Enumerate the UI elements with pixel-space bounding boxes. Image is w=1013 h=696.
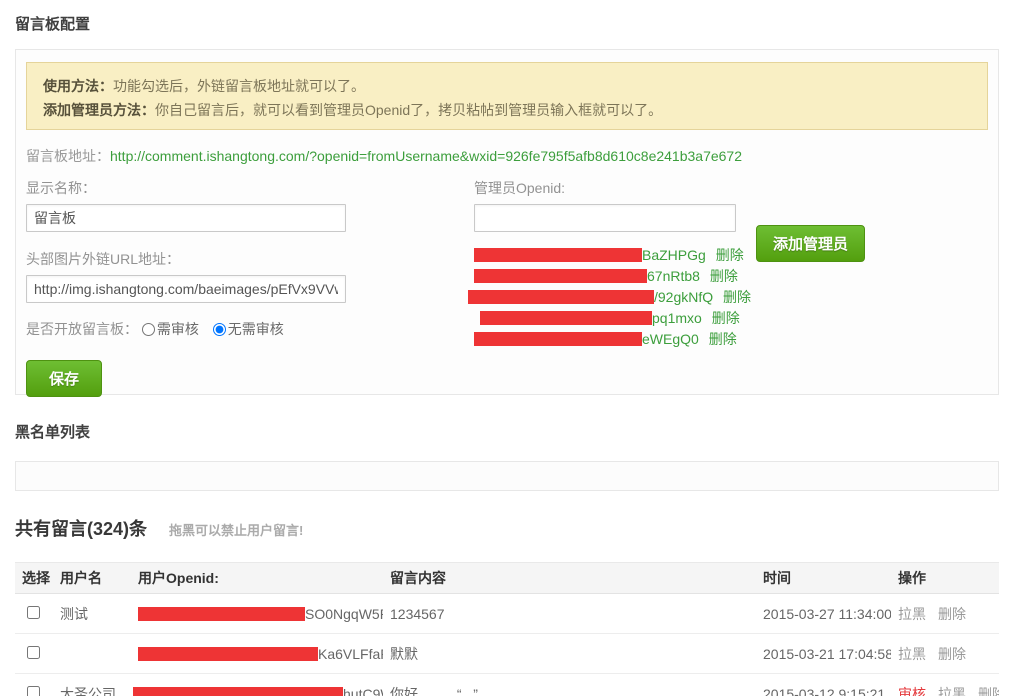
admin-delete-link[interactable]: 删除 (716, 247, 744, 263)
cell-openid: hutC9WxM (131, 674, 383, 696)
delete-link[interactable]: 删除 (978, 686, 999, 696)
table-row: Ka6VLFfaRK4 默默 2015-03-21 17:04:58 拉黑删除 (15, 634, 999, 674)
admin-row: eWEgQ0 删除 (474, 329, 894, 350)
messages-table: 选择 用户名 用户Openid: 留言内容 时间 操作 测试 SO0NgqW5P… (15, 562, 999, 696)
page-title: 留言板配置 (15, 13, 998, 34)
redaction-bar (133, 687, 343, 696)
board-address-line: 留言板地址：http://comment.ishangtong.com/?ope… (26, 146, 742, 166)
alert-usage-label: 使用方法： (43, 78, 113, 94)
cell-content: 默默 (383, 634, 756, 674)
messages-title: 共有留言(324)条 (15, 515, 147, 541)
cell-actions: 审核 拉黑 删除 (891, 674, 999, 696)
admin-row: 67nRtb8 删除 (474, 266, 894, 287)
redaction-bar (468, 290, 654, 304)
cell-username: 测试 (53, 594, 131, 634)
alert-line-add-admin: 添加管理员方法：你自己留言后，就可以看到管理员Openid了，拷贝粘帖到管理员输… (43, 99, 971, 121)
admin-delete-link[interactable]: 删除 (712, 310, 740, 326)
save-button[interactable]: 保存 (26, 360, 102, 397)
redaction-bar (474, 332, 642, 346)
alert-line-usage: 使用方法：功能勾选后，外链留言板地址就可以了。 (43, 75, 971, 97)
row-checkbox[interactable] (27, 686, 40, 696)
messages-header: 共有留言(324)条 拖黑可以禁止用户留言! (15, 515, 998, 541)
alert-add-admin-text: 你自己留言后，就可以看到管理员Openid了，拷贝粘帖到管理员输入框就可以了。 (155, 102, 662, 118)
admin-delete-link[interactable]: 删除 (723, 289, 751, 305)
header-image-url-input[interactable] (26, 275, 346, 303)
admin-openid-label: 管理员Openid: (474, 178, 894, 198)
open-board-label: 是否开放留言板： (26, 321, 138, 337)
table-row: 大圣公司 hutC9WxM 你好......... “...” 2015-03-… (15, 674, 999, 696)
cell-openid: Ka6VLFfaRK4 (131, 634, 383, 674)
admin-openid-suffix: eWEgQ0 (642, 331, 699, 347)
row-checkbox[interactable] (27, 606, 40, 619)
open-board-row: 是否开放留言板： 需审核 无需审核 (26, 319, 356, 339)
delete-link[interactable]: 删除 (938, 606, 966, 622)
display-name-label: 显示名称： (26, 178, 356, 198)
table-row: 测试 SO0NgqW5PY 1234567 2015-03-27 11:34:0… (15, 594, 999, 634)
config-left-column: 显示名称： 头部图片外链URL地址： 是否开放留言板： 需审核 无需审核 保存 (26, 178, 356, 397)
block-link[interactable]: 拉黑 (898, 606, 926, 622)
cell-time: 2015-03-27 11:34:00 (756, 594, 891, 634)
delete-link[interactable]: 删除 (938, 646, 966, 662)
radio-review-label[interactable]: 需审核 (142, 321, 199, 337)
messages-note: 拖黑可以禁止用户留言! (169, 520, 303, 539)
admin-delete-link[interactable]: 删除 (709, 331, 737, 347)
cell-openid: SO0NgqW5PY (131, 594, 383, 634)
redaction-bar (138, 647, 318, 661)
redaction-bar (480, 311, 652, 325)
header-image-url-label: 头部图片外链URL地址： (26, 249, 356, 269)
audit-link[interactable]: 审核 (898, 686, 926, 696)
col-select: 选择 (15, 563, 53, 594)
message-board-settings-page: 留言板配置 使用方法：功能勾选后，外链留言板地址就可以了。 添加管理员方法：你自… (0, 0, 1013, 696)
admin-openid-suffix: BaZHPGg (642, 247, 706, 263)
cell-username: 大圣公司 (53, 674, 131, 696)
admin-row: /92gkNfQ 删除 (474, 287, 894, 308)
row-checkbox[interactable] (27, 646, 40, 659)
cell-actions: 拉黑删除 (891, 594, 999, 634)
blacklist-title: 黑名单列表 (15, 421, 998, 442)
cell-content: 你好......... “...” (383, 674, 756, 696)
block-link[interactable]: 拉黑 (898, 646, 926, 662)
alert-add-admin-label: 添加管理员方法： (43, 102, 155, 118)
cell-content: 1234567 (383, 594, 756, 634)
admin-openid-suffix: /92gkNfQ (654, 289, 713, 305)
usage-alert: 使用方法：功能勾选后，外链留言板地址就可以了。 添加管理员方法：你自己留言后，就… (26, 62, 988, 130)
cell-actions: 拉黑删除 (891, 634, 999, 674)
admin-openid-input-wrap: 添加管理员 (474, 204, 894, 232)
cell-username (53, 634, 131, 674)
col-time: 时间 (756, 563, 891, 594)
radio-no-review-label[interactable]: 无需审核 (213, 321, 284, 337)
col-actions: 操作 (891, 563, 999, 594)
admin-openid-suffix: 67nRtb8 (647, 268, 700, 284)
blacklist-empty-box (15, 461, 999, 491)
cell-time: 2015-03-21 17:04:58 (756, 634, 891, 674)
redaction-bar (138, 607, 305, 621)
redaction-bar (474, 269, 647, 283)
add-admin-button[interactable]: 添加管理员 (756, 225, 865, 262)
alert-usage-text: 功能勾选后，外链留言板地址就可以了。 (113, 78, 365, 94)
cell-time: 2015-03-12 9:15:21 (756, 674, 891, 696)
admin-openid-suffix: pq1mxo (652, 310, 702, 326)
admin-delete-link[interactable]: 删除 (710, 268, 738, 284)
col-username: 用户名 (53, 563, 131, 594)
table-header-row: 选择 用户名 用户Openid: 留言内容 时间 操作 (15, 563, 999, 594)
display-name-input[interactable] (26, 204, 346, 232)
col-content: 留言内容 (383, 563, 756, 594)
col-openid: 用户Openid: (131, 563, 383, 594)
admin-row: pq1mxo 删除 (474, 308, 894, 329)
redaction-bar (474, 248, 642, 262)
radio-review[interactable] (142, 323, 155, 336)
admin-openid-input[interactable] (474, 204, 736, 232)
board-address-link[interactable]: http://comment.ishangtong.com/?openid=fr… (110, 148, 742, 164)
config-panel: 使用方法：功能勾选后，外链留言板地址就可以了。 添加管理员方法：你自己留言后，就… (15, 49, 999, 395)
board-address-label: 留言板地址： (26, 148, 110, 164)
block-link[interactable]: 拉黑 (938, 686, 966, 696)
config-right-column: 管理员Openid: 添加管理员 BaZHPGg 删除 67nRtb8 删除 /… (474, 178, 894, 350)
radio-no-review[interactable] (213, 323, 226, 336)
